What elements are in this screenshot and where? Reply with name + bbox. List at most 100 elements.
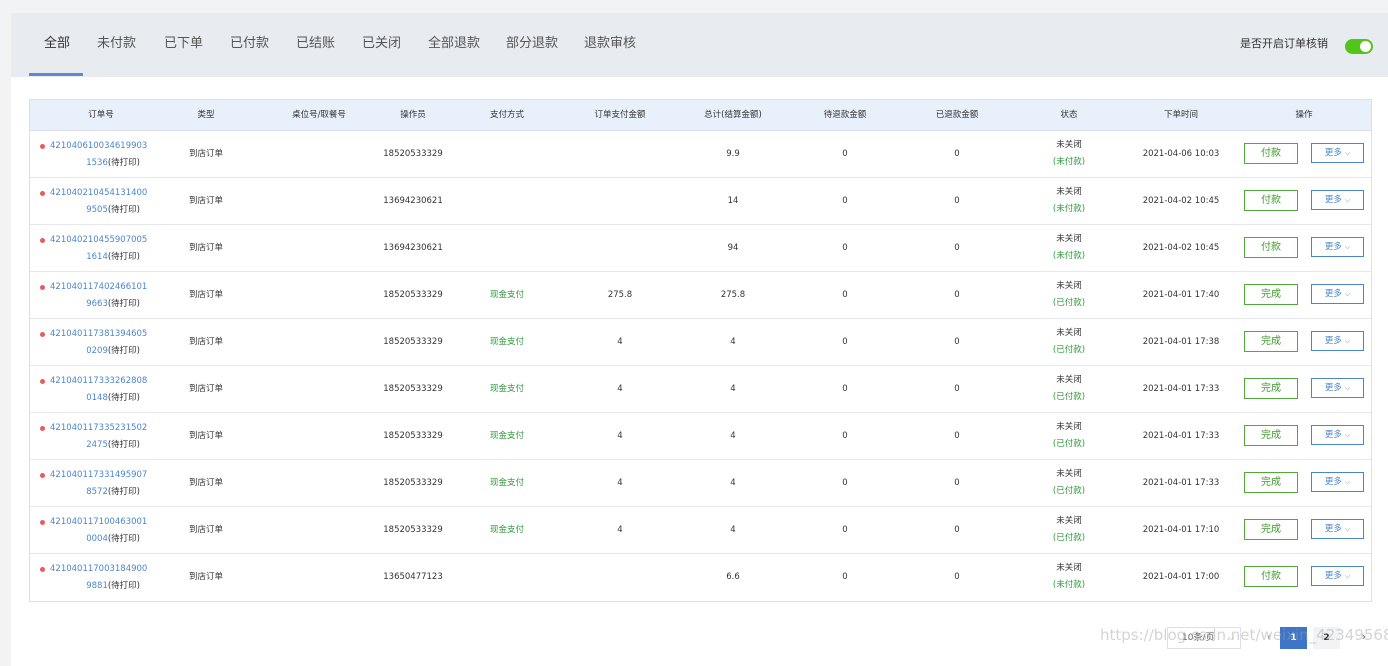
row-action-button[interactable]: 付款 — [1244, 143, 1298, 164]
row-action-button[interactable]: 完成 — [1244, 378, 1298, 399]
tab-settled[interactable]: 已结账 — [296, 13, 335, 77]
unprinted-dot-icon — [40, 520, 45, 525]
order-number-tail[interactable]: 9663 — [86, 299, 108, 309]
page-1-button[interactable]: 1 — [1280, 627, 1307, 649]
order-number[interactable]: 421040117381394605 — [50, 326, 168, 343]
order-number-cell[interactable]: 421040117381394605 0209(待打印) — [38, 326, 168, 360]
order-number[interactable]: 421040210455907005 — [50, 232, 168, 249]
refunded-amount: 0 — [954, 149, 960, 159]
order-number-suffix: 9881(待打印) — [38, 578, 168, 595]
tab-all[interactable]: 全部 — [44, 13, 70, 77]
table-row: 421040210455907005 1614(待打印) 到店订单 136942… — [30, 225, 1371, 272]
col-pay-amount: 订单支付金额 — [594, 110, 646, 120]
order-number-cell[interactable]: 421040117335231502 2475(待打印) — [38, 420, 168, 454]
row-action-button[interactable]: 完成 — [1244, 331, 1298, 352]
more-label: 更多 — [1324, 195, 1342, 205]
tab-refund-review[interactable]: 退款审核 — [584, 13, 636, 77]
pending-refund-amount: 0 — [842, 290, 848, 300]
order-number-tail[interactable]: 9505 — [86, 205, 108, 215]
more-button[interactable]: 更多 ⌵ — [1311, 519, 1364, 539]
order-number[interactable]: 421040117402466101 — [50, 279, 168, 296]
more-button[interactable]: 更多 ⌵ — [1311, 425, 1364, 445]
operator: 18520533329 — [383, 525, 443, 535]
order-number-cell[interactable]: 421040117333262808 0148(待打印) — [38, 373, 168, 407]
pending-refund-amount: 0 — [842, 384, 848, 394]
order-status: 未关闭 (未付款) — [1053, 184, 1085, 218]
more-button[interactable]: 更多 ⌵ — [1311, 190, 1364, 210]
order-number-cell[interactable]: 421040610034619903 1536(待打印) — [38, 138, 168, 172]
order-type: 到店订单 — [188, 384, 224, 394]
table-row: 421040117381394605 0209(待打印) 到店订单 185205… — [30, 319, 1371, 366]
more-button[interactable]: 更多 ⌵ — [1311, 143, 1364, 163]
prev-page-button[interactable]: ‹ — [1259, 627, 1279, 649]
row-action-button[interactable]: 完成 — [1244, 519, 1298, 540]
verification-toggle[interactable] — [1345, 39, 1373, 54]
more-button[interactable]: 更多 ⌵ — [1311, 284, 1364, 304]
more-button[interactable]: 更多 ⌵ — [1311, 331, 1364, 351]
order-number-tail[interactable]: 0209 — [86, 346, 108, 356]
print-status: (待打印) — [107, 440, 140, 450]
order-type: 到店订单 — [188, 431, 224, 441]
payment-amount: 4 — [617, 478, 623, 488]
total-amount: 275.8 — [720, 290, 746, 300]
order-number-tail[interactable]: 8572 — [86, 487, 108, 497]
row-action-button[interactable]: 付款 — [1244, 566, 1298, 587]
order-number[interactable]: 421040117335231502 — [50, 420, 168, 437]
tab-closed[interactable]: 已关闭 — [362, 13, 401, 77]
more-button[interactable]: 更多 ⌵ — [1311, 237, 1364, 257]
tab-all-refund[interactable]: 全部退款 — [428, 13, 480, 77]
page-size-select[interactable]: 10条/页 ⌵ — [1167, 627, 1241, 649]
order-number-tail[interactable]: 2475 — [86, 440, 108, 450]
print-status: (待打印) — [107, 158, 140, 168]
col-total: 总计(结算金额) — [704, 110, 762, 120]
more-button[interactable]: 更多 ⌵ — [1311, 472, 1364, 492]
order-number-cell[interactable]: 421040117402466101 9663(待打印) — [38, 279, 168, 313]
more-label: 更多 — [1324, 148, 1342, 158]
more-label: 更多 — [1324, 477, 1342, 487]
payment-method: 现金支付 — [489, 384, 525, 394]
table-row: 421040117331495907 8572(待打印) 到店订单 185205… — [30, 460, 1371, 507]
order-time: 2021-04-01 17:33 — [1142, 478, 1220, 488]
order-number[interactable]: 421040117333262808 — [50, 373, 168, 390]
order-number[interactable]: 421040117003184900 — [50, 561, 168, 578]
payment-amount: 4 — [617, 337, 623, 347]
order-number-cell[interactable]: 421040210454131400 9505(待打印) — [38, 185, 168, 219]
close-status: 未关闭 — [1056, 187, 1082, 197]
order-number[interactable]: 421040210454131400 — [50, 185, 168, 202]
tab-unpaid[interactable]: 未付款 — [97, 13, 136, 77]
row-action-button[interactable]: 付款 — [1244, 190, 1298, 211]
order-number-tail[interactable]: 1536 — [86, 158, 108, 168]
order-number-tail[interactable]: 0148 — [86, 393, 108, 403]
order-number-suffix: 2475(待打印) — [38, 437, 168, 454]
next-page-button[interactable]: › — [1354, 627, 1374, 649]
unprinted-dot-icon — [40, 426, 45, 431]
more-button[interactable]: 更多 ⌵ — [1311, 566, 1364, 586]
row-action-button[interactable]: 完成 — [1244, 472, 1298, 493]
order-number-cell[interactable]: 421040117331495907 8572(待打印) — [38, 467, 168, 501]
order-number[interactable]: 421040610034619903 — [50, 138, 168, 155]
order-number-tail[interactable]: 9881 — [86, 581, 108, 591]
total-amount: 4 — [730, 525, 736, 535]
order-number-cell[interactable]: 421040117100463001 0004(待打印) — [38, 514, 168, 548]
order-type: 到店订单 — [188, 337, 224, 347]
order-number-tail[interactable]: 0004 — [86, 534, 108, 544]
order-number[interactable]: 421040117100463001 — [50, 514, 168, 531]
tab-partial-refund[interactable]: 部分退款 — [506, 13, 558, 77]
order-number[interactable]: 421040117331495907 — [50, 467, 168, 484]
order-number-cell[interactable]: 421040117003184900 9881(待打印) — [38, 561, 168, 595]
row-action-button[interactable]: 完成 — [1244, 425, 1298, 446]
more-button[interactable]: 更多 ⌵ — [1311, 378, 1364, 398]
active-tab-indicator — [29, 73, 83, 76]
tab-ordered[interactable]: 已下单 — [164, 13, 203, 77]
order-number-tail[interactable]: 1614 — [86, 252, 108, 262]
page-2-button[interactable]: 2 — [1313, 627, 1340, 649]
row-action-button[interactable]: 完成 — [1244, 284, 1298, 305]
row-action-button[interactable]: 付款 — [1244, 237, 1298, 258]
tab-paid[interactable]: 已付款 — [230, 13, 269, 77]
order-number-cell[interactable]: 421040210455907005 1614(待打印) — [38, 232, 168, 266]
payment-amount: 4 — [617, 525, 623, 535]
refunded-amount: 0 — [954, 196, 960, 206]
order-time: 2021-04-01 17:33 — [1142, 431, 1220, 441]
operator: 13694230621 — [383, 243, 443, 253]
refunded-amount: 0 — [954, 478, 960, 488]
